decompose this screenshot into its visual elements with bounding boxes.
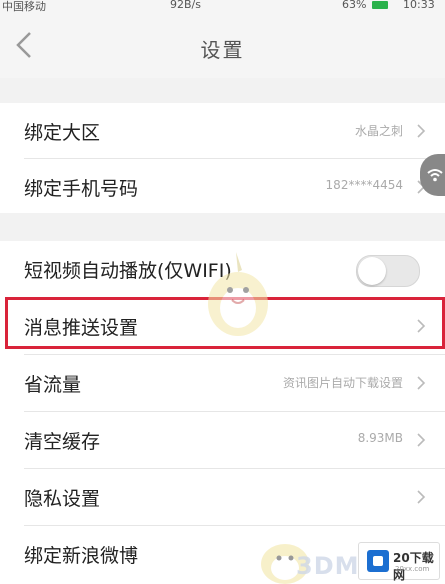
data-saver-label: 省流量 bbox=[24, 374, 82, 396]
bind-phone-row[interactable]: 绑定手机号码 182****4454 bbox=[0, 159, 445, 215]
battery-percent: 63% bbox=[342, 0, 367, 11]
video-autoplay-toggle[interactable] bbox=[356, 255, 420, 287]
floating-assist-button[interactable] bbox=[420, 154, 445, 196]
privacy-settings-label: 隐私设置 bbox=[24, 488, 101, 510]
data-saver-row[interactable]: 省流量 资讯图片自动下载设置 bbox=[0, 355, 445, 411]
bind-phone-label: 绑定手机号码 bbox=[24, 178, 139, 200]
page-title: 设置 bbox=[200, 38, 245, 62]
bind-region-row[interactable]: 绑定大区 水晶之刺 bbox=[0, 103, 445, 159]
bind-phone-value: 182****4454 bbox=[325, 178, 403, 192]
mascot-watermark-icon bbox=[208, 252, 268, 336]
site-watermark: 20下载网 20xx.com bbox=[358, 542, 440, 582]
clock: 10:33 bbox=[403, 0, 435, 11]
network-speed: 92B/s bbox=[170, 0, 201, 11]
chevron-right-icon bbox=[417, 319, 426, 333]
carrier-label: 中国移动 bbox=[2, 0, 46, 13]
site-logo-icon bbox=[367, 550, 389, 572]
bind-weibo-label: 绑定新浪微博 bbox=[24, 545, 139, 567]
bind-region-label: 绑定大区 bbox=[24, 122, 101, 144]
toggle-knob bbox=[358, 257, 386, 285]
chevron-right-icon bbox=[417, 490, 426, 504]
top-nav-bar: 设置 bbox=[0, 14, 445, 78]
chevron-right-icon bbox=[417, 376, 426, 390]
chevron-right-icon bbox=[417, 433, 426, 447]
account-section: 绑定大区 水晶之刺 绑定手机号码 182****4454 bbox=[0, 103, 445, 213]
clear-cache-row[interactable]: 清空缓存 8.93MB bbox=[0, 412, 445, 468]
site-url: 20xx.com bbox=[395, 565, 430, 573]
wifi-icon bbox=[427, 169, 443, 182]
privacy-settings-row[interactable]: 隐私设置 bbox=[0, 469, 445, 525]
watermark-3dm: 3DM bbox=[296, 552, 360, 580]
battery-icon bbox=[372, 1, 388, 9]
data-saver-value: 资讯图片自动下载设置 bbox=[282, 376, 403, 390]
clear-cache-label: 清空缓存 bbox=[24, 431, 101, 453]
bind-region-value: 水晶之刺 bbox=[354, 124, 403, 138]
chevron-right-icon bbox=[417, 124, 426, 138]
push-settings-label: 消息推送设置 bbox=[24, 317, 139, 339]
cache-size-value: 8.93MB bbox=[357, 431, 403, 445]
status-bar: 中国移动 92B/s 63% 10:33 bbox=[0, 0, 445, 14]
